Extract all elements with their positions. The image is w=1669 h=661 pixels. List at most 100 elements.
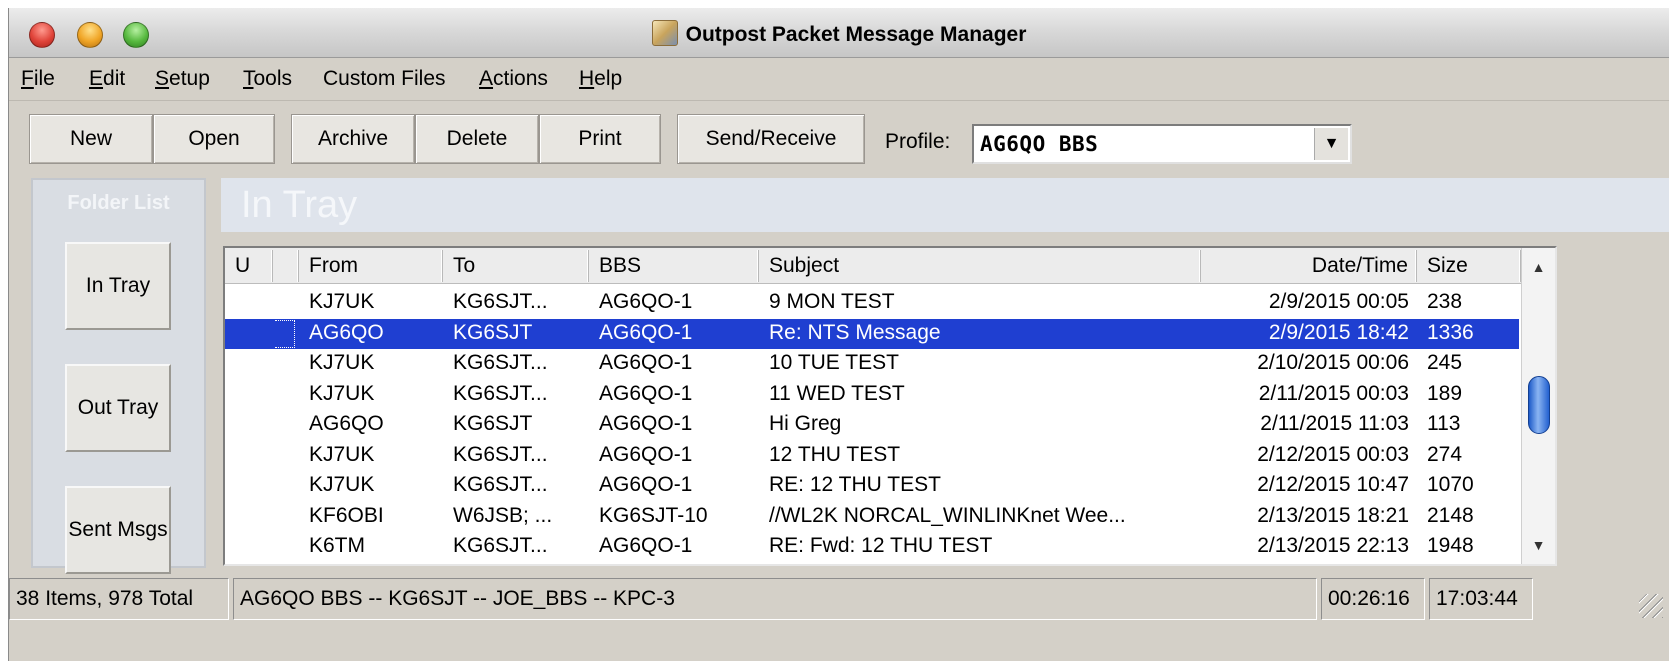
cell-subject: Hi Greg xyxy=(769,412,842,435)
cell-bbs: AG6QO-1 xyxy=(599,351,693,374)
menu-edit[interactable]: Edit xyxy=(89,67,125,91)
column-header-size[interactable]: Size xyxy=(1417,250,1521,282)
table-row[interactable]: AG6QO KG6SJT AG6QO-1 Re: NTS Message 2/9/201… xyxy=(225,318,1519,349)
column-header-unread[interactable]: U xyxy=(225,250,273,282)
cell-to: KG6SJT... xyxy=(453,381,548,405)
cell-size: 1070 xyxy=(1427,473,1474,496)
cell-subject: RE: 12 THU TEST xyxy=(769,473,941,496)
archive-button[interactable]: Archive xyxy=(291,114,415,164)
cell-to: KG6SJT... xyxy=(453,473,548,496)
cell-bbs: AG6QO-1 xyxy=(599,290,693,313)
folder-in-tray-button[interactable]: In Tray xyxy=(65,242,171,330)
cell-size: 189 xyxy=(1427,381,1463,405)
menu-actions[interactable]: Actions xyxy=(479,67,548,91)
new-button[interactable]: New xyxy=(29,114,153,164)
cell-bbs: KG6SJT-10 xyxy=(599,503,708,527)
table-row[interactable]: KJ7UK KG6SJT... AG6QO-1 10 TUE TEST 2/10/201… xyxy=(225,349,1519,379)
cell-bbs: AG6QO-1 xyxy=(599,473,693,496)
cell-bbs: AG6QO-1 xyxy=(599,320,693,344)
cell-size: 1948 xyxy=(1427,534,1474,557)
cell-from: AG6QO xyxy=(309,412,384,435)
print-button[interactable]: Print xyxy=(539,114,661,164)
cell-to: KG6SJT... xyxy=(453,290,548,313)
table-row[interactable]: K6TM KG6SJT... AG6QO-1 RE: Fwd: 12 THU TEST… xyxy=(225,532,1519,562)
delete-button[interactable]: Delete xyxy=(415,114,539,164)
cell-subject: 11 WED TEST xyxy=(769,381,905,405)
cell-datetime: 2/11/2015 11:03 xyxy=(1260,412,1409,435)
column-header-bbs[interactable]: BBS xyxy=(589,250,759,282)
menu-bar: File Edit Setup Tools Custom Files Actio… xyxy=(9,59,1669,101)
table-row[interactable]: KJ7UK KG6SJT... AG6QO-1 9 MON TEST 2/9/2015 … xyxy=(225,288,1519,318)
scroll-thumb[interactable] xyxy=(1528,376,1550,434)
cell-subject: //WL2K NORCAL_WINLINKnet Wee... xyxy=(769,503,1126,527)
column-header-to[interactable]: To xyxy=(443,250,589,282)
menu-help[interactable]: Help xyxy=(579,67,622,91)
cell-datetime: 2/12/2015 10:47 xyxy=(1257,473,1409,496)
send-receive-button[interactable]: Send/Receive xyxy=(677,114,865,164)
folder-sent-msgs-button[interactable]: Sent Msgs xyxy=(65,486,171,574)
app-window: Outpost Packet Message Manager File Edit… xyxy=(8,8,1669,661)
status-connection: AG6QO BBS -- KG6SJT -- JOE_BBS -- KPC-3 xyxy=(233,578,1317,620)
vertical-scrollbar[interactable]: ▲ ▼ xyxy=(1521,248,1555,564)
table-row[interactable]: KJ7UK KG6SJT... AG6QO-1 11 WED TEST 2/11/201… xyxy=(225,380,1519,410)
menu-file[interactable]: File xyxy=(21,67,55,91)
dropdown-arrow-icon[interactable]: ▼ xyxy=(1314,128,1348,160)
cell-from: KJ7UK xyxy=(309,290,375,313)
table-row[interactable]: KJ7UK KG6SJT... AG6QO-1 12 THU TEST 2/12/201… xyxy=(225,441,1519,471)
window-title-group: Outpost Packet Message Manager xyxy=(9,20,1669,47)
resize-grip-icon[interactable] xyxy=(1639,594,1663,618)
profile-select[interactable]: AG6QO BBS ▼ xyxy=(972,124,1352,164)
cell-to: KG6SJT... xyxy=(453,534,548,557)
column-header-datetime[interactable]: Date/Time xyxy=(1201,250,1417,282)
folder-list-panel: Folder List In Tray Out Tray Sent Msgs xyxy=(31,178,206,574)
status-bar: 38 Items, 978 Total AG6QO BBS -- KG6SJT … xyxy=(9,574,1669,624)
open-button[interactable]: Open xyxy=(153,114,275,164)
profile-value: AG6QO BBS xyxy=(980,132,1099,156)
scroll-down-arrow-icon[interactable]: ▼ xyxy=(1522,530,1555,560)
toolbar: New Open Archive Delete Print Send/Recei… xyxy=(9,102,1669,174)
cell-datetime: 2/12/2015 00:03 xyxy=(1257,442,1409,466)
cell-bbs: AG6QO-1 xyxy=(599,534,693,557)
menu-setup[interactable]: Setup xyxy=(155,67,210,91)
cell-subject: 12 THU TEST xyxy=(769,442,901,466)
scroll-up-arrow-icon[interactable]: ▲ xyxy=(1522,252,1555,282)
menu-custom-files[interactable]: Custom Files xyxy=(323,67,446,91)
folder-header: In Tray xyxy=(221,178,1669,232)
status-timer: 00:26:16 xyxy=(1321,578,1425,620)
cell-datetime: 2/9/2015 00:05 xyxy=(1268,290,1409,313)
cell-bbs: AG6QO-1 xyxy=(599,412,693,435)
cell-subject: Re: NTS Message xyxy=(769,320,941,344)
focus-indicator xyxy=(275,319,295,348)
cell-from: AG6QO xyxy=(309,320,384,344)
cell-bbs: AG6QO-1 xyxy=(599,381,693,405)
cell-size: 1336 xyxy=(1427,320,1474,344)
message-table: U From To BBS Subject Date/Time Size KJ7… xyxy=(223,246,1557,566)
column-header-flag[interactable] xyxy=(273,250,299,282)
table-row[interactable]: AG6QO KG6SJT AG6QO-1 Hi Greg 2/11/2015 11:03… xyxy=(225,410,1519,440)
column-header-from[interactable]: From xyxy=(299,250,443,282)
cell-datetime: 2/9/2015 18:42 xyxy=(1268,320,1409,344)
cell-subject: 10 TUE TEST xyxy=(769,351,899,374)
cell-to: KG6SJT... xyxy=(453,442,548,466)
menu-tools[interactable]: Tools xyxy=(243,67,292,91)
folder-out-tray-button[interactable]: Out Tray xyxy=(65,364,171,452)
table-row[interactable]: KJ7UK KG6SJT... AG6QO-1 RE: 12 THU TEST 2/12… xyxy=(225,471,1519,501)
cell-size: 274 xyxy=(1427,442,1463,466)
title-bar[interactable]: Outpost Packet Message Manager xyxy=(9,8,1669,58)
cell-from: KF6OBI xyxy=(309,503,384,527)
cell-datetime: 2/13/2015 18:21 xyxy=(1257,503,1409,527)
cell-from: KJ7UK xyxy=(309,473,375,496)
column-header-subject[interactable]: Subject xyxy=(759,250,1201,282)
status-items-total: 38 Items, 978 Total xyxy=(9,578,229,620)
folder-list-title: Folder List xyxy=(67,192,170,214)
status-clock: 17:03:44 xyxy=(1429,578,1533,620)
cell-bbs: AG6QO-1 xyxy=(599,442,693,466)
cell-from: K6TM xyxy=(309,534,366,557)
cell-from: KJ7UK xyxy=(309,351,375,374)
table-header: U From To BBS Subject Date/Time Size xyxy=(225,248,1555,284)
cell-datetime: 2/11/2015 00:03 xyxy=(1258,381,1409,405)
cell-size: 113 xyxy=(1427,412,1461,435)
profile-label: Profile: xyxy=(885,130,951,153)
table-row[interactable]: KF6OBI W6JSB; ... KG6SJT-10 //WL2K NORCAL_W… xyxy=(225,502,1519,532)
cell-to: KG6SJT... xyxy=(453,351,548,374)
